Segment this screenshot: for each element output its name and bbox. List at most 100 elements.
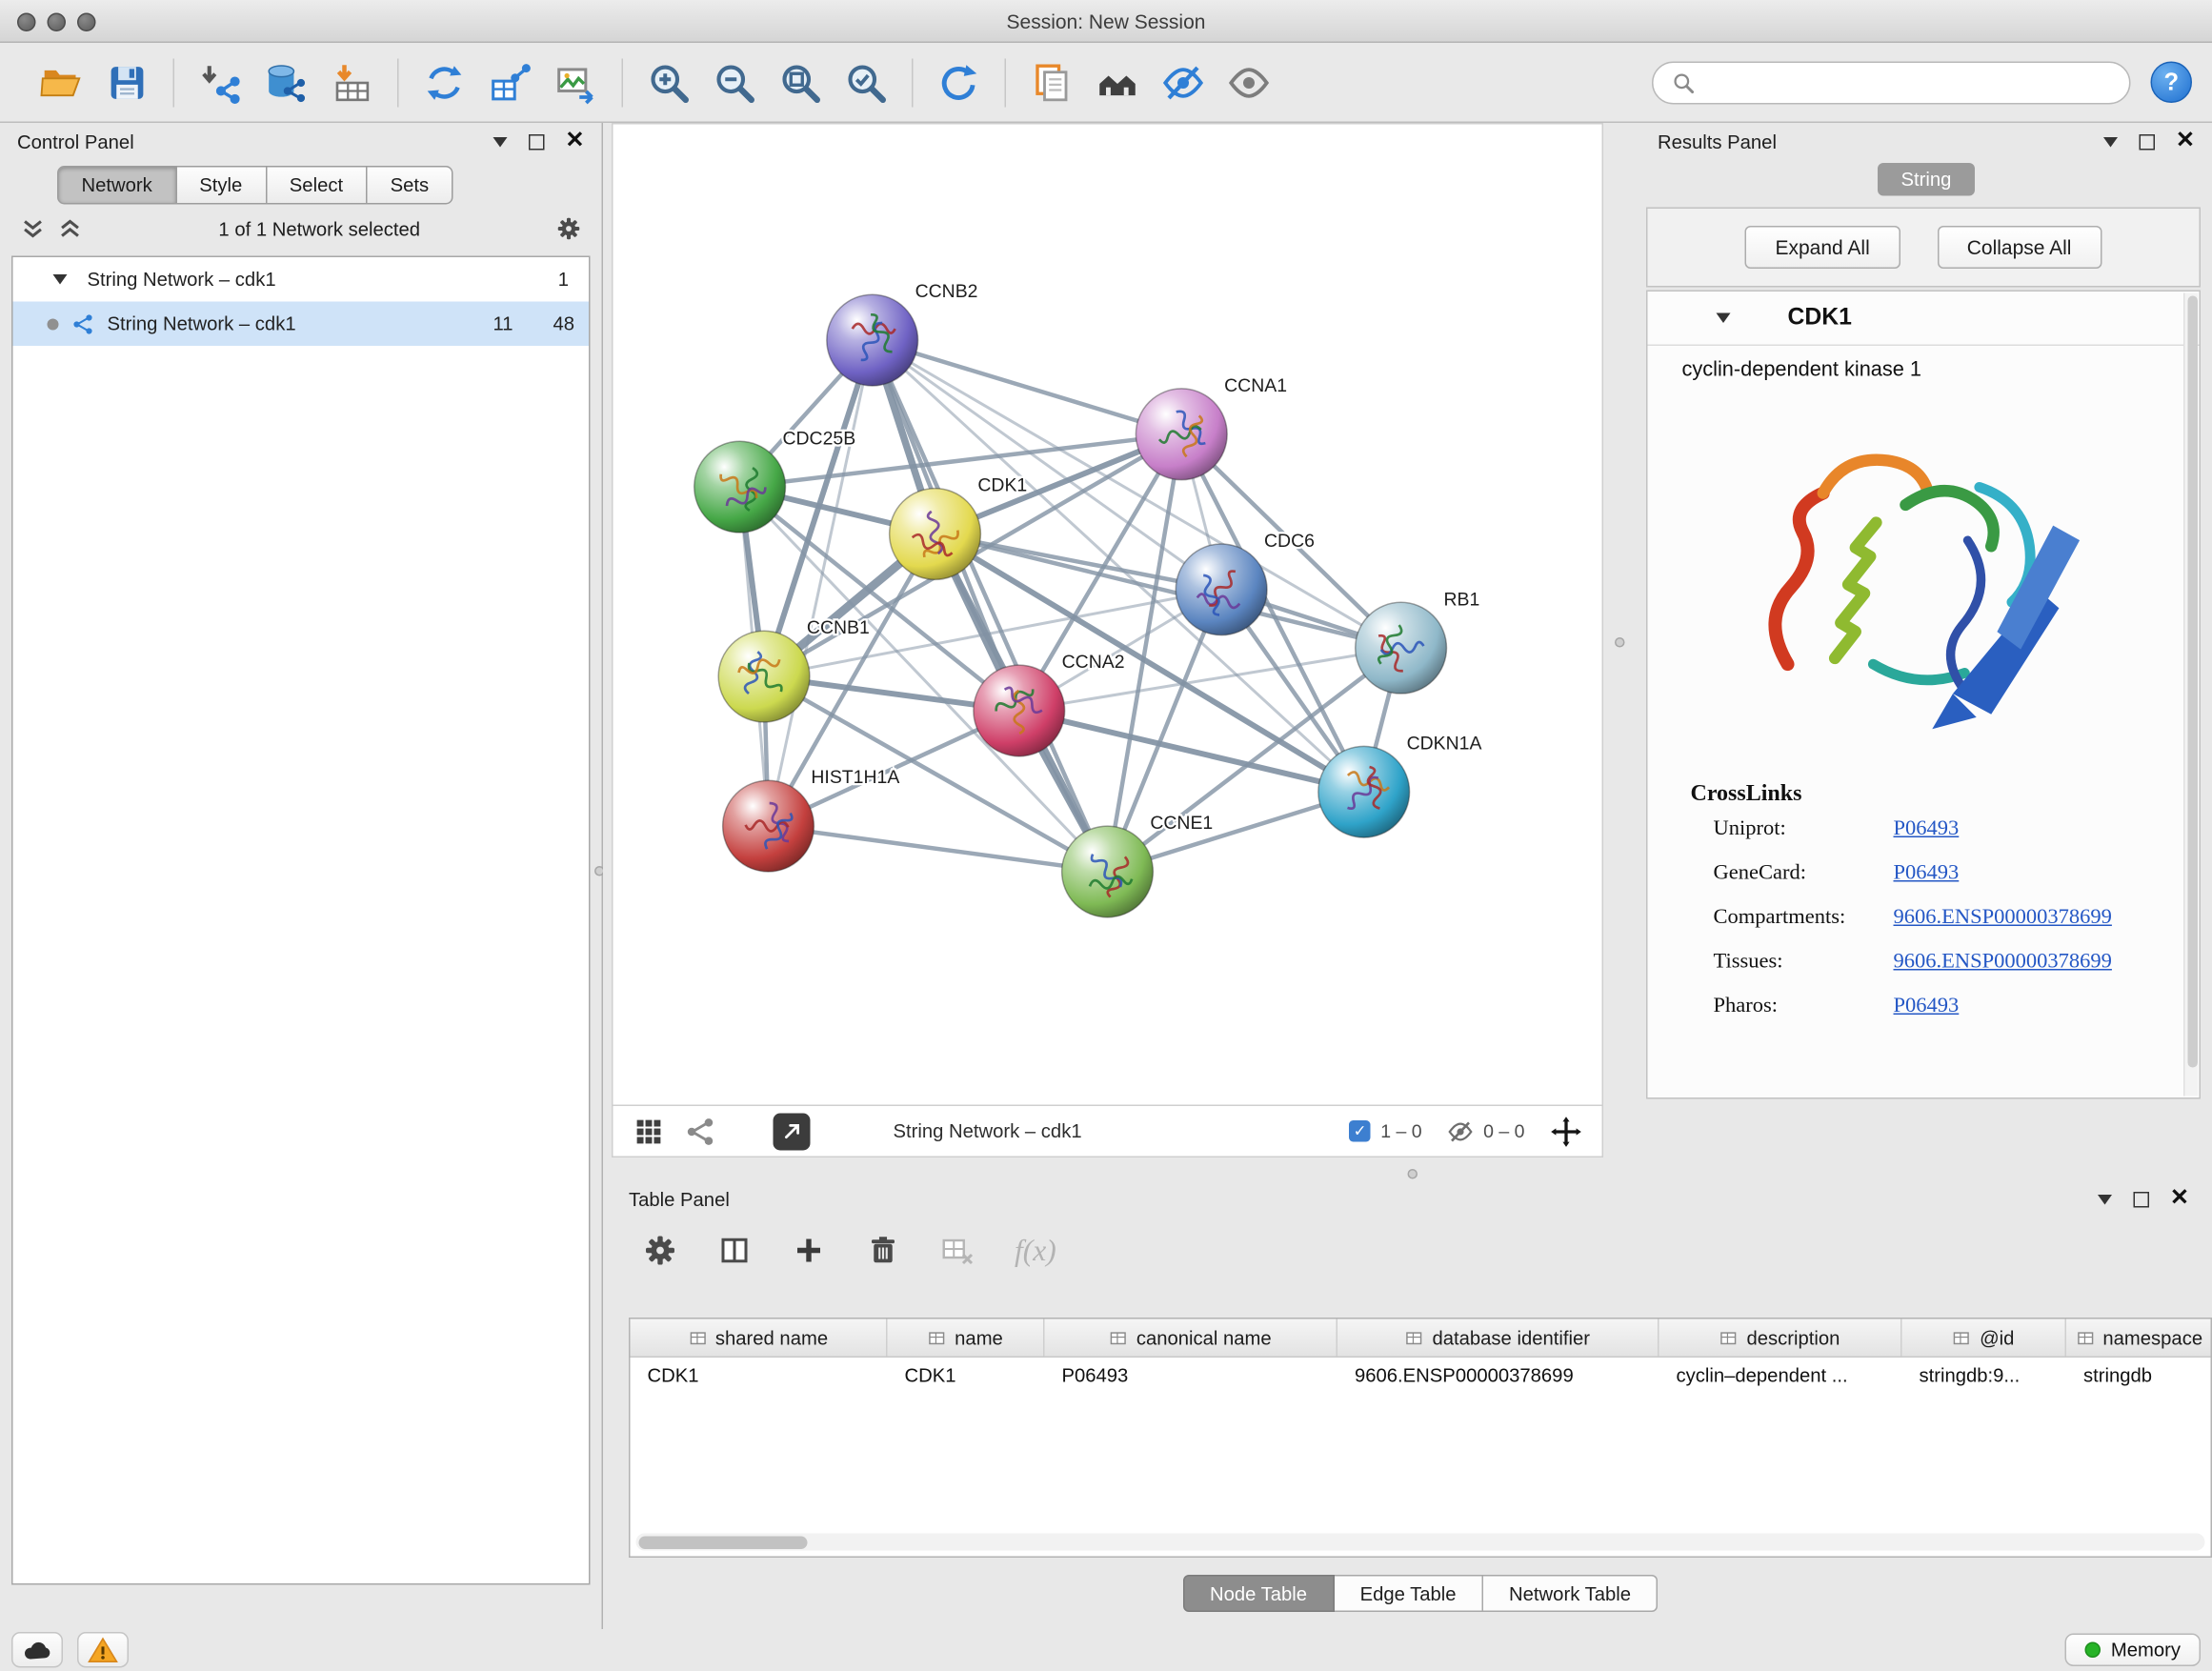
hide-graphics-details-button[interactable] xyxy=(1151,50,1217,113)
table-row[interactable]: CDK1CDK1P064939606.ENSP00000378699cyclin… xyxy=(631,1358,2211,1397)
column-header-namespace[interactable]: namespace xyxy=(2066,1319,2212,1357)
network-row-selected[interactable]: String Network – cdk1 11 48 xyxy=(13,302,590,347)
import-table-button[interactable] xyxy=(319,50,385,113)
table-cell: stringdb xyxy=(2066,1358,2212,1397)
export-image-button[interactable] xyxy=(543,50,609,113)
zoom-out-button[interactable] xyxy=(702,50,768,113)
tab-edge-table[interactable]: Edge Table xyxy=(1335,1575,1483,1612)
network-node-CCNB2[interactable]: CCNB2 xyxy=(827,281,978,386)
network-node-CCNB1[interactable]: CCNB1 xyxy=(718,617,870,722)
import-network-from-database-button[interactable] xyxy=(253,50,319,113)
show-graphics-details-button[interactable] xyxy=(1217,50,1282,113)
tab-style[interactable]: Style xyxy=(176,166,267,205)
control-panel-tabs: Network Style Select Sets xyxy=(57,166,591,205)
results-scrollbar[interactable] xyxy=(2183,293,2198,1097)
tab-node-table[interactable]: Node Table xyxy=(1182,1575,1334,1612)
network-node-CDC25B[interactable]: CDC25B xyxy=(694,428,855,533)
network-node-CDK1[interactable]: CDK1 xyxy=(890,475,1028,580)
network-node-CCNA1[interactable]: CCNA1 xyxy=(1136,375,1287,480)
new-network-from-table-button[interactable] xyxy=(477,50,543,113)
cloud-status-button[interactable] xyxy=(11,1632,63,1668)
panel-menu-icon[interactable] xyxy=(2097,1194,2111,1204)
network-node-RB1[interactable]: RB1 xyxy=(1356,589,1480,694)
scrollbar-thumb[interactable] xyxy=(639,1536,808,1549)
network-edge-count: 48 xyxy=(526,313,574,335)
network-canvas[interactable]: CCNB2CCNA1CDC25BCDK1CDC6RB1CCNB1CCNA2CDK… xyxy=(612,123,1603,1105)
close-panel-icon[interactable]: ✕ xyxy=(565,131,584,153)
crosslink-value-link[interactable]: 9606.ENSP00000378699 xyxy=(1894,906,2112,931)
float-panel-icon[interactable] xyxy=(528,133,544,150)
grid-view-icon[interactable] xyxy=(633,1116,665,1147)
eye-slash-icon xyxy=(1448,1118,1474,1144)
close-window-button[interactable] xyxy=(17,13,36,32)
zoom-fit-button[interactable] xyxy=(768,50,834,113)
panel-splitter-grip[interactable] xyxy=(1615,637,1625,648)
network-from-table-icon xyxy=(489,61,532,104)
column-header-name[interactable]: name xyxy=(888,1319,1045,1357)
tab-network[interactable]: Network xyxy=(57,166,176,205)
refresh-view-button[interactable] xyxy=(926,50,992,113)
crosshair-icon[interactable] xyxy=(1551,1116,1582,1147)
detach-view-button[interactable] xyxy=(774,1113,811,1150)
panel-menu-icon[interactable] xyxy=(493,136,507,147)
network-edge[interactable] xyxy=(873,340,1182,434)
network-node-CDC6[interactable]: CDC6 xyxy=(1176,531,1315,635)
float-panel-icon[interactable] xyxy=(2133,1191,2149,1207)
column-header-canonical-name[interactable]: canonical name xyxy=(1045,1319,1338,1357)
zoom-selected-button[interactable] xyxy=(834,50,899,113)
expand-all-button[interactable]: Expand All xyxy=(1745,226,1900,269)
show-columns-icon[interactable] xyxy=(717,1234,752,1268)
zoom-in-button[interactable] xyxy=(636,50,702,113)
crosslink-value-link[interactable]: P06493 xyxy=(1894,817,1960,842)
crosslink-label: Tissues: xyxy=(1714,951,1894,976)
scrollbar-thumb[interactable] xyxy=(2187,296,2198,1067)
gear-icon[interactable] xyxy=(556,216,582,242)
close-panel-icon[interactable]: ✕ xyxy=(2170,1188,2189,1211)
column-header-@id[interactable]: @id xyxy=(1902,1319,2067,1357)
protein-section-header[interactable]: CDK1 xyxy=(1648,292,2200,346)
open-session-button[interactable] xyxy=(29,50,94,113)
collapse-all-icon[interactable] xyxy=(20,216,46,242)
delete-column-icon[interactable] xyxy=(866,1234,900,1268)
splitter-grip[interactable] xyxy=(1408,1169,1418,1179)
network-edge[interactable] xyxy=(769,826,1108,872)
expand-all-icon[interactable] xyxy=(57,216,83,242)
network-edge[interactable] xyxy=(873,340,1108,872)
collapse-all-button[interactable]: Collapse All xyxy=(1937,226,2101,269)
column-header-shared-name[interactable]: shared name xyxy=(631,1319,888,1357)
warnings-button[interactable] xyxy=(77,1632,129,1668)
help-button[interactable]: ? xyxy=(2151,62,2193,104)
results-tab-string[interactable]: String xyxy=(1879,163,1975,196)
table-settings-gear-icon[interactable] xyxy=(643,1234,677,1268)
network-node-HIST1H1A[interactable]: HIST1H1A xyxy=(723,767,900,872)
close-panel-icon[interactable]: ✕ xyxy=(2176,131,2195,153)
new-network-button[interactable] xyxy=(412,50,477,113)
annotation-button[interactable] xyxy=(1019,50,1085,113)
zoom-window-button[interactable] xyxy=(77,13,96,32)
horizontal-splitter[interactable] xyxy=(603,1169,2212,1180)
minimize-window-button[interactable] xyxy=(48,13,67,32)
import-network-from-file-button[interactable] xyxy=(188,50,253,113)
network-edge[interactable] xyxy=(1019,711,1364,792)
memory-button[interactable]: Memory xyxy=(2065,1634,2201,1667)
save-session-button[interactable] xyxy=(94,50,160,113)
column-header-database-identifier[interactable]: database identifier xyxy=(1337,1319,1659,1357)
share-view-icon[interactable] xyxy=(685,1116,716,1147)
tab-network-table[interactable]: Network Table xyxy=(1483,1575,1658,1612)
tab-select[interactable]: Select xyxy=(267,166,368,205)
network-collection-row[interactable]: String Network – cdk1 1 xyxy=(13,257,590,302)
panel-menu-icon[interactable] xyxy=(2102,136,2117,147)
crosslink-value-link[interactable]: 9606.ENSP00000378699 xyxy=(1894,951,2112,976)
crosslink-value-link[interactable]: P06493 xyxy=(1894,862,1960,887)
column-header-description[interactable]: description xyxy=(1659,1319,1902,1357)
network-view: CCNB2CCNA1CDC25BCDK1CDC6RB1CCNB1CCNA2CDK… xyxy=(603,123,1629,1169)
home-button[interactable] xyxy=(1085,50,1151,113)
tab-sets[interactable]: Sets xyxy=(368,166,453,205)
collection-expand-icon[interactable] xyxy=(53,274,68,285)
float-panel-icon[interactable] xyxy=(2139,133,2155,150)
search-input[interactable] xyxy=(1706,71,2112,93)
collapse-section-icon[interactable] xyxy=(1717,313,1731,324)
table-horizontal-scrollbar[interactable] xyxy=(636,1534,2205,1551)
add-column-icon[interactable] xyxy=(792,1234,826,1268)
crosslink-value-link[interactable]: P06493 xyxy=(1894,995,1960,1019)
